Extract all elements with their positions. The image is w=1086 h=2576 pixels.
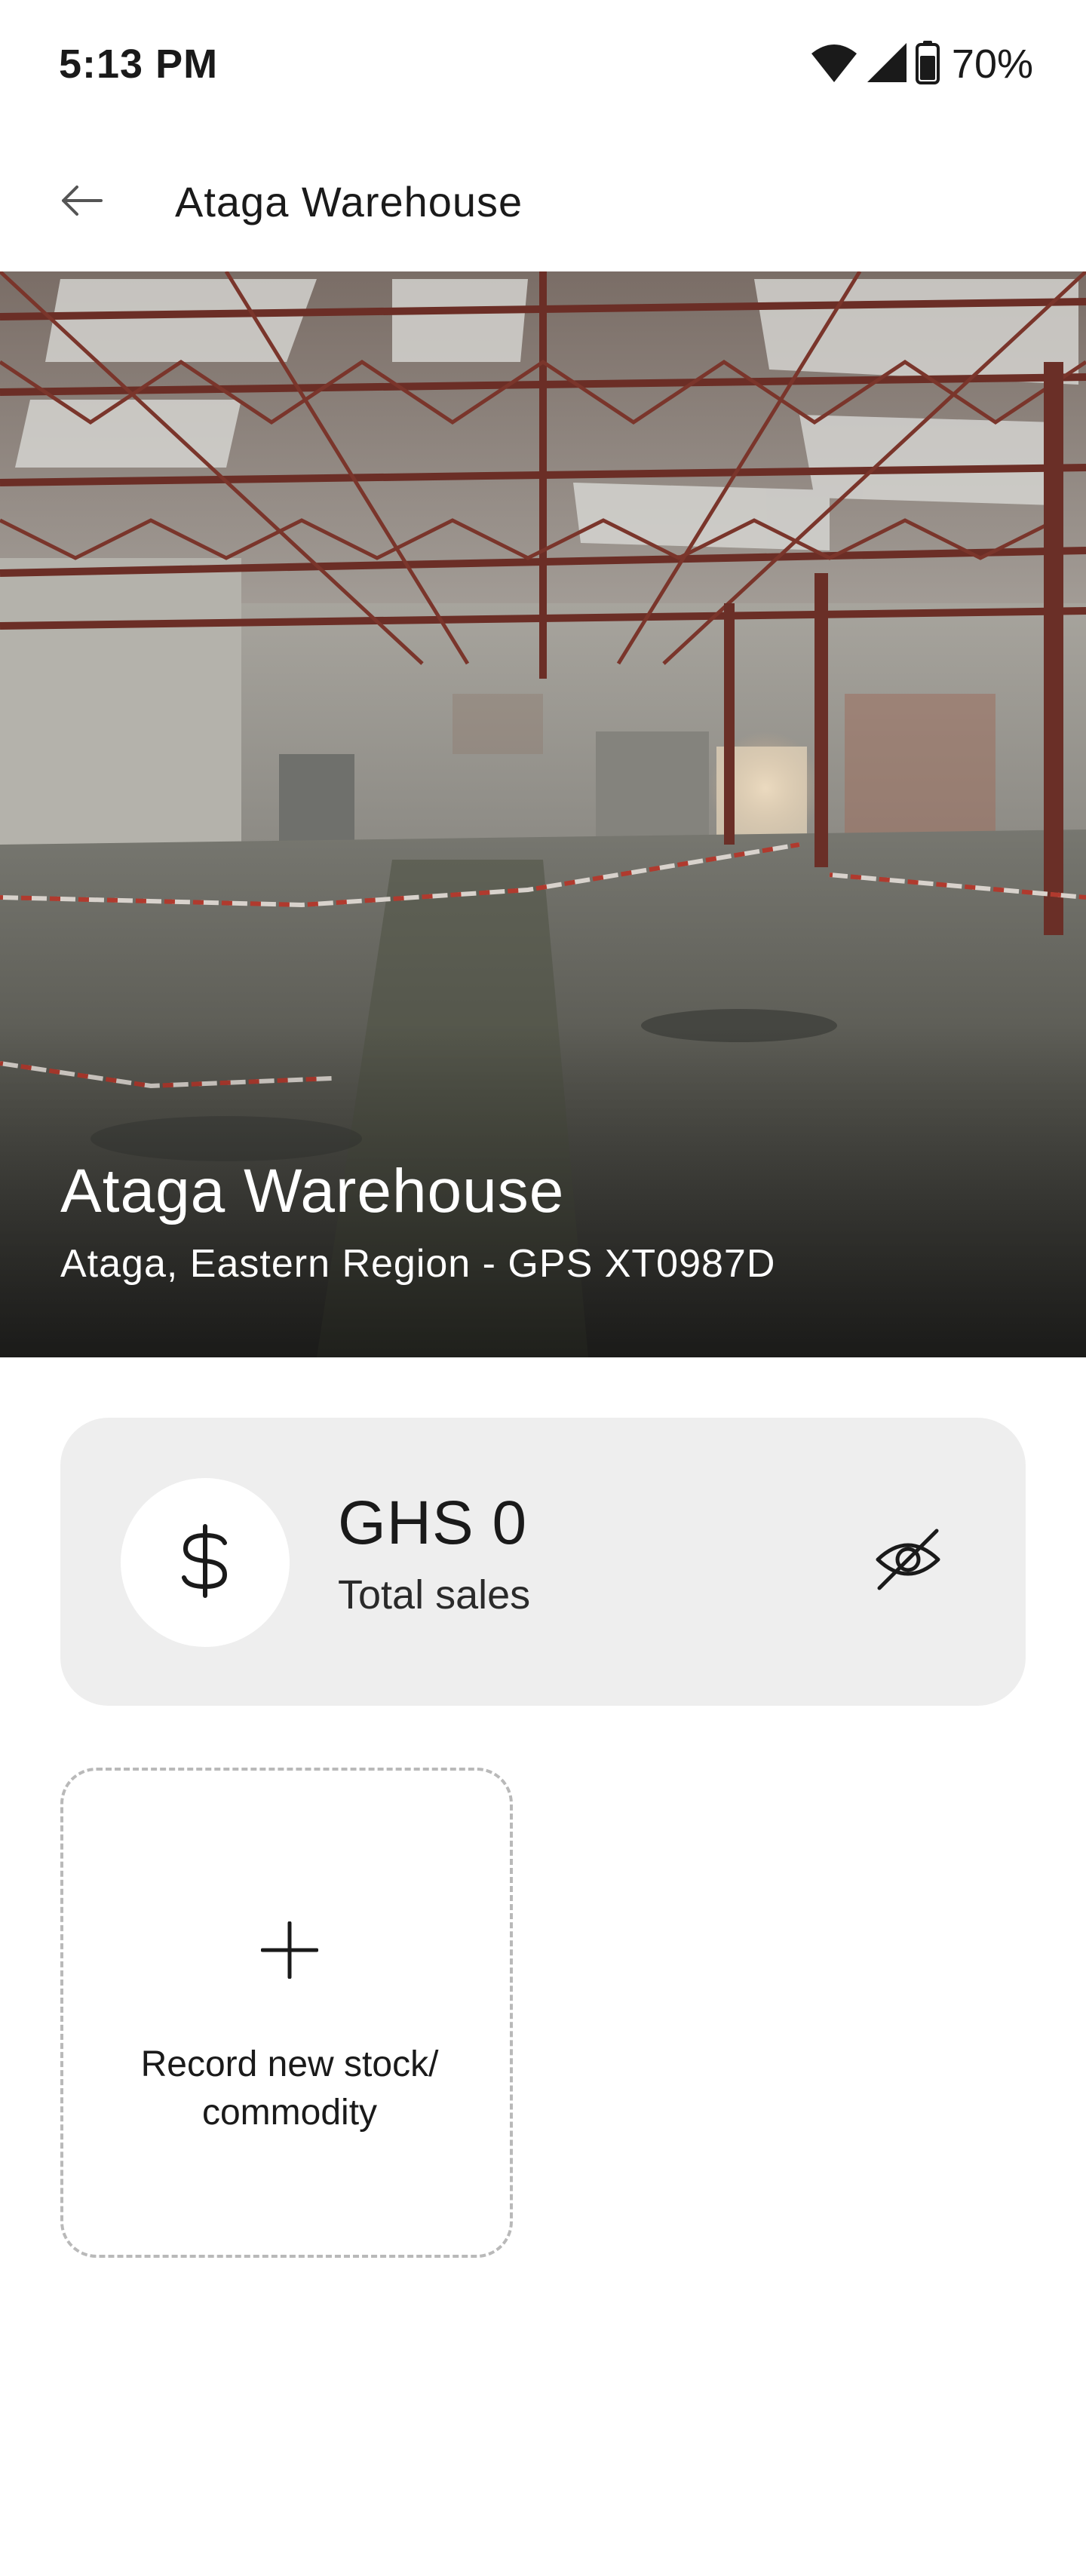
status-icons: 70% — [810, 38, 1033, 90]
sales-label: Total sales — [338, 1572, 531, 1618]
dollar-icon — [175, 1523, 235, 1602]
record-new-stock-button[interactable]: Record new stock/ commodity — [60, 1768, 513, 2258]
hero-subtitle: Ataga, Eastern Region - GPS XT0987D — [60, 1242, 776, 1286]
status-time: 5:13 PM — [59, 41, 219, 87]
back-button[interactable] — [45, 166, 118, 238]
app-bar: Ataga Warehouse — [0, 128, 1086, 271]
eye-off-icon — [872, 1523, 944, 1599]
visibility-toggle-button[interactable] — [866, 1519, 950, 1603]
plus-icon — [252, 1912, 327, 1988]
hero-title: Ataga Warehouse — [60, 1157, 565, 1225]
sales-amount: GHS 0 — [338, 1489, 528, 1557]
warehouse-hero: Ataga Warehouse Ataga, Eastern Region - … — [0, 271, 1086, 1357]
page-title: Ataga Warehouse — [175, 178, 523, 225]
battery-icon — [915, 40, 940, 88]
arrow-left-icon — [60, 185, 103, 219]
wifi-icon — [810, 41, 858, 87]
total-sales-card: GHS 0 Total sales — [60, 1418, 1026, 1706]
status-bar: 5:13 PM 70% — [0, 0, 1086, 128]
battery-percentage: 70% — [951, 41, 1033, 87]
signal-icon — [866, 41, 908, 87]
record-new-stock-label: Record new stock/ commodity — [140, 2044, 439, 2133]
sales-icon-circle — [121, 1478, 290, 1647]
